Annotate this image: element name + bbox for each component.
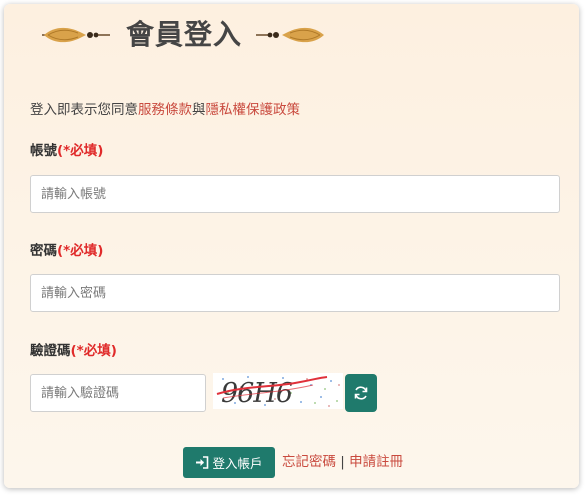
refresh-icon [354,386,368,400]
required-mark: (*必填) [70,343,117,359]
feather-icon [42,27,110,43]
required-mark: (*必填) [57,143,104,159]
account-label-text: 帳號 [30,143,57,159]
feather-icon [256,27,324,43]
link-separator: | [340,454,345,470]
login-button[interactable]: 登入帳戶 [183,447,275,478]
password-label-text: 密碼 [30,243,57,259]
account-label: 帳號(*必填) [30,142,103,160]
captcha-label-text: 驗證碼 [30,343,71,359]
password-input[interactable] [30,274,560,312]
terms-notice: 登入即表示您同意服務條款與隱私權保護政策 [30,101,300,119]
login-button-label: 登入帳戶 [212,456,263,471]
privacy-policy-link[interactable]: 隱私權保護政策 [206,102,301,118]
terms-link[interactable]: 服務條款 [138,102,192,118]
page-title: 會員登入 [126,18,243,51]
notice-joiner: 與 [192,102,206,118]
captcha-image: 96H6 [213,373,343,409]
refresh-captcha-button[interactable] [345,374,377,412]
account-input[interactable] [30,175,560,213]
captcha-label: 驗證碼(*必填) [30,342,117,360]
password-label: 密碼(*必填) [30,242,103,260]
required-mark: (*必填) [57,243,104,259]
captcha-input[interactable] [30,374,206,412]
sign-in-icon [196,456,209,469]
notice-prefix: 登入即表示您同意 [30,102,138,118]
login-card: 會員登入 登入即表示您同意服務條款與隱私權保護政策 帳號(*必填) 密碼(*必填… [4,4,579,488]
title-row: 會員登入 [4,10,579,62]
forgot-password-link[interactable]: 忘記密碼 [282,454,336,470]
account-links: 忘記密碼 | 申請註冊 [282,453,403,471]
register-link[interactable]: 申請註冊 [349,454,403,470]
